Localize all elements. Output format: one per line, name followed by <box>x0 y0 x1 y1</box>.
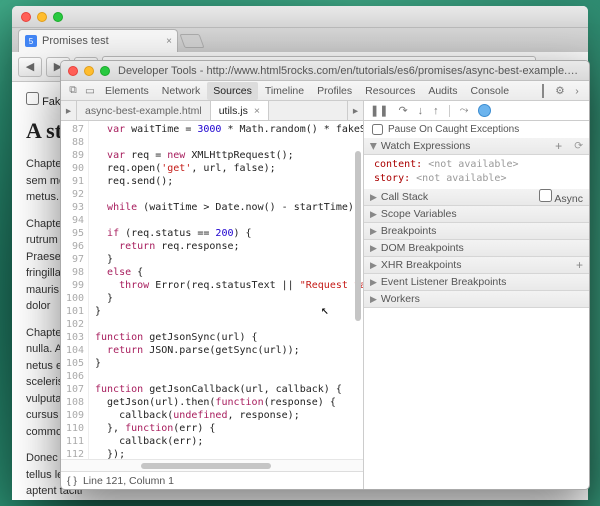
panel-resources[interactable]: Resources <box>359 82 421 100</box>
show-debugger-icon[interactable]: ▸ <box>347 101 363 120</box>
pause-icon[interactable]: ❚❚ <box>370 104 388 117</box>
back-button[interactable]: ◀ <box>18 57 42 77</box>
workers-header[interactable]: ▶Workers <box>364 291 589 308</box>
watch-item[interactable]: content: <not available> <box>374 158 579 172</box>
add-watch-icon[interactable]: + <box>555 139 562 153</box>
breakpoints-header[interactable]: ▶Breakpoints <box>364 223 589 240</box>
pause-exceptions-icon[interactable] <box>478 104 491 117</box>
debugger-sidebar: ❚❚ ↷ ↓ ↑ ⤳ Pause On Caught Exceptions ▶W… <box>364 101 589 489</box>
tab-title: Promises test <box>42 35 109 47</box>
panel-console[interactable]: Console <box>465 82 516 100</box>
panel-audits[interactable]: Audits <box>422 82 463 100</box>
line-gutter: 87 88 89 90 91 92 93 94 95 96 97 98 99 1… <box>61 121 89 459</box>
debugger-toolbar: ❚❚ ↷ ↓ ↑ ⤳ <box>364 101 589 121</box>
show-navigator-icon[interactable]: ▸ <box>61 101 77 120</box>
zoom-icon[interactable] <box>100 66 110 76</box>
cursor-position: Line 121, Column 1 <box>83 475 174 487</box>
panel-network[interactable]: Network <box>156 82 207 100</box>
pane-label: Call Stack <box>381 191 428 203</box>
pause-caught-label: Pause On Caught Exceptions <box>388 124 519 135</box>
pane-label: DOM Breakpoints <box>381 242 464 254</box>
step-out-icon[interactable]: ↑ <box>433 105 439 117</box>
code-editor[interactable]: 87 88 89 90 91 92 93 94 95 96 97 98 99 1… <box>61 121 363 459</box>
minimize-icon[interactable] <box>37 12 47 22</box>
zoom-icon[interactable] <box>53 12 63 22</box>
file-tab-label: utils.js <box>219 105 248 117</box>
step-into-icon[interactable]: ↓ <box>418 105 424 117</box>
deactivate-breakpoints-icon[interactable]: ⤳ <box>460 104 469 117</box>
xhr-breakpoints-header[interactable]: ▶XHR Breakpoints+ <box>364 257 589 274</box>
close-icon[interactable] <box>68 66 78 76</box>
pane-label: Scope Variables <box>381 208 457 220</box>
devtools-window: Developer Tools - http://www.html5rocks.… <box>60 60 590 490</box>
pane-label: XHR Breakpoints <box>381 259 462 271</box>
close-tab-icon[interactable]: × <box>166 36 172 47</box>
pause-caught-row[interactable]: Pause On Caught Exceptions <box>364 121 589 138</box>
pane-label: Breakpoints <box>381 225 436 237</box>
scope-variables-header[interactable]: ▶Scope Variables <box>364 206 589 223</box>
add-xhr-bp-icon[interactable]: + <box>576 258 583 272</box>
sources-editor: ▸ async-best-example.html utils.js × ▸ 8… <box>61 101 364 489</box>
panel-timeline[interactable]: Timeline <box>259 82 310 100</box>
favicon-icon: 5 <box>25 35 37 47</box>
file-tab-label: async-best-example.html <box>85 105 202 117</box>
devtools-title: Developer Tools - http://www.html5rocks.… <box>110 65 589 77</box>
file-tab-active[interactable]: utils.js × <box>211 101 269 120</box>
event-listener-bp-header[interactable]: ▶Event Listener Breakpoints <box>364 274 589 291</box>
dom-breakpoints-header[interactable]: ▶DOM Breakpoints <box>364 240 589 257</box>
watch-item[interactable]: story: <not available> <box>374 172 579 186</box>
pane-label: Watch Expressions <box>381 140 470 152</box>
minimize-icon[interactable] <box>84 66 94 76</box>
vertical-scrollbar[interactable] <box>353 121 363 447</box>
devtools-titlebar: Developer Tools - http://www.html5rocks.… <box>61 61 589 81</box>
drawer-icon[interactable] <box>535 85 551 97</box>
status-bar: { } Line 121, Column 1 <box>61 471 363 489</box>
watch-expressions-header[interactable]: ▶Watch Expressions+⟳ <box>364 138 589 155</box>
async-checkbox[interactable]: Async <box>539 189 583 205</box>
devtools-panel-tabs: ⧉ ▭ Elements Network Sources Timeline Pr… <box>61 81 589 101</box>
inspect-icon[interactable]: ⧉ <box>65 84 81 97</box>
close-icon[interactable]: × <box>254 105 260 117</box>
browser-tab[interactable]: 5 Promises test × <box>18 29 178 52</box>
step-over-icon[interactable]: ↷ <box>398 104 407 117</box>
horizontal-scrollbar[interactable] <box>61 459 363 471</box>
settings-icon[interactable]: ⚙ <box>552 85 568 97</box>
panel-profiles[interactable]: Profiles <box>311 82 358 100</box>
code-content[interactable]: var waitTime = 3000 * Math.random() * fa… <box>89 121 363 459</box>
close-icon[interactable] <box>21 12 31 22</box>
panel-sources[interactable]: Sources <box>207 82 258 100</box>
device-icon[interactable]: ▭ <box>82 85 98 97</box>
pane-label: Workers <box>381 293 420 305</box>
new-tab-button[interactable] <box>179 34 204 48</box>
panel-elements[interactable]: Elements <box>99 82 155 100</box>
tab-strip: 5 Promises test × <box>12 28 588 52</box>
pretty-print-icon[interactable]: { } <box>67 475 77 487</box>
watch-expressions-body: content: <not available> story: <not ava… <box>364 155 589 189</box>
pane-label: Event Listener Breakpoints <box>381 276 507 288</box>
window-titlebar <box>12 6 588 28</box>
chevron-right-icon[interactable]: › <box>569 85 585 97</box>
file-tabs: ▸ async-best-example.html utils.js × ▸ <box>61 101 363 121</box>
file-tab[interactable]: async-best-example.html <box>77 101 211 120</box>
call-stack-header[interactable]: ▶Call Stack Async <box>364 189 589 206</box>
refresh-icon[interactable]: ⟳ <box>574 140 583 152</box>
pause-caught-checkbox[interactable] <box>372 124 383 135</box>
